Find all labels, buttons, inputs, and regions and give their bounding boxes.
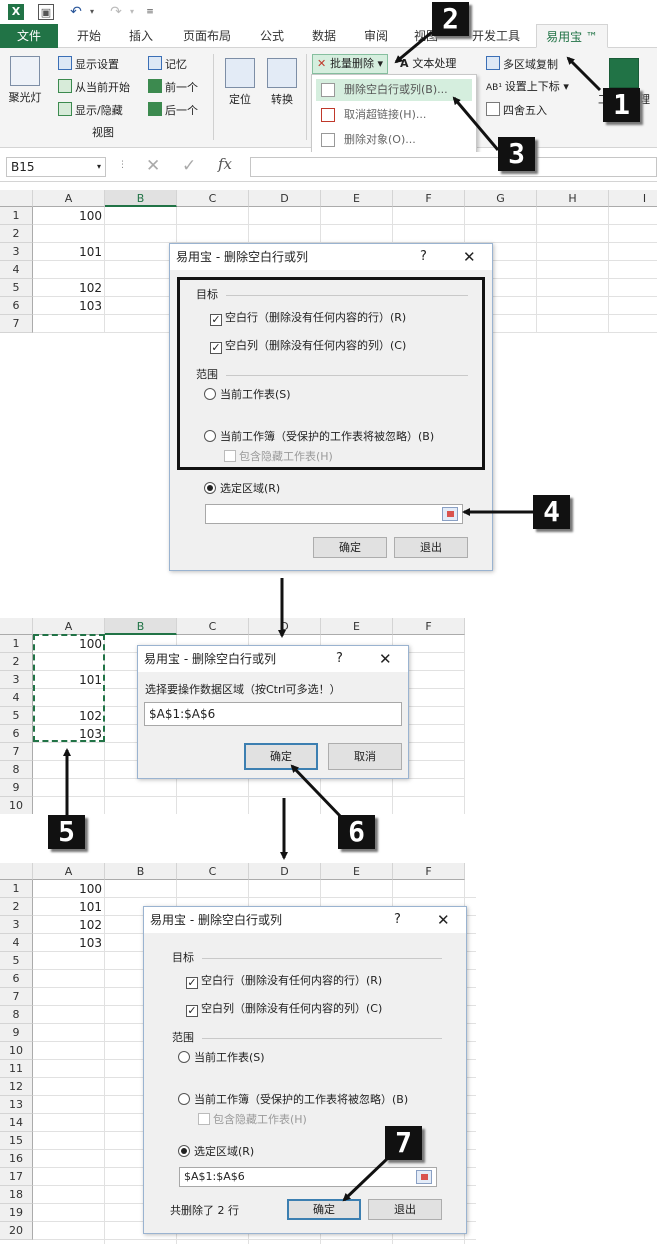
arrow-step7: [342, 1156, 390, 1202]
arrow-step2: [394, 30, 433, 64]
arrow-step1: [566, 56, 602, 92]
step-badge-4: 4: [533, 495, 570, 529]
step-badge-7: 7: [385, 1126, 422, 1160]
step-badge-6: 6: [338, 815, 375, 849]
step-badge-5: 5: [48, 815, 85, 849]
step-badge-1: 1: [603, 88, 640, 122]
step-badge-3: 3: [498, 137, 535, 171]
arrow-step6: [290, 764, 344, 820]
step-badge-2: 2: [432, 2, 469, 36]
annotation-arrows: [63, 30, 602, 1202]
arrow-step3: [452, 96, 500, 151]
